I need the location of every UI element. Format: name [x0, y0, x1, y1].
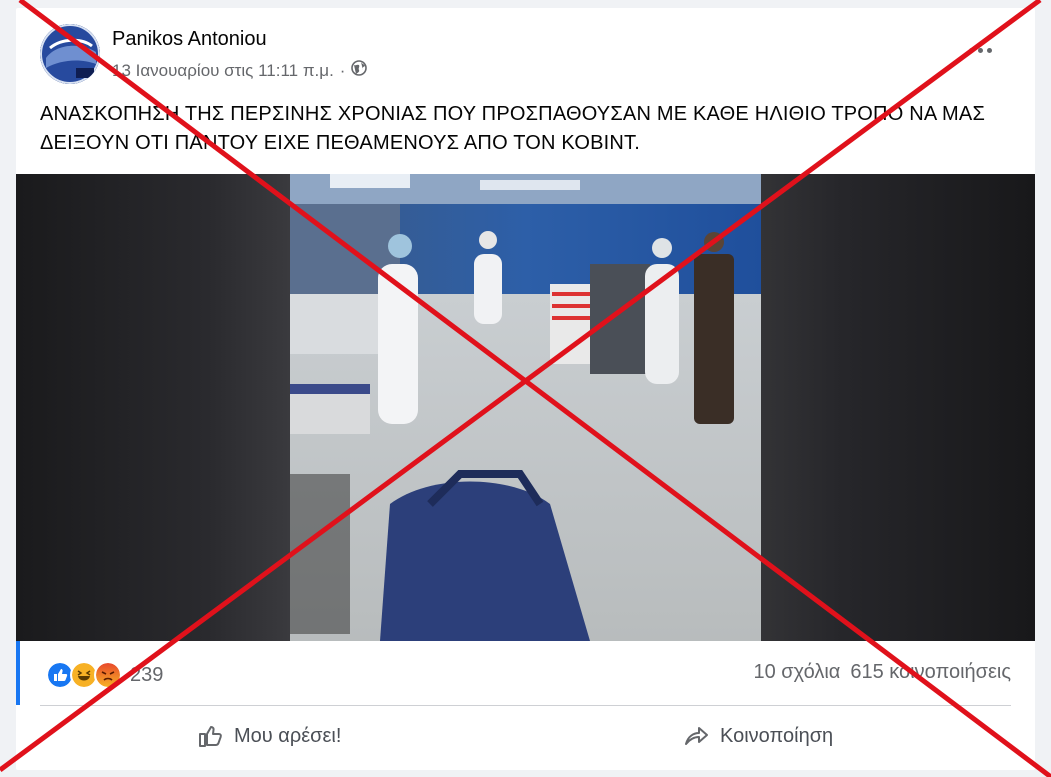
- more-options-button[interactable]: [965, 40, 995, 60]
- thumbs-up-icon: [199, 726, 222, 747]
- dot-icon: [968, 47, 974, 53]
- like-label: Μου αρέσει!: [234, 724, 342, 747]
- video-player[interactable]: [16, 174, 1035, 641]
- post-timestamp[interactable]: 13 Ιανουαρίου στις 11:11 π.μ.: [112, 61, 334, 81]
- engagement-counts: 10 σχόλια 615 κοινοποιήσεις: [754, 661, 1012, 684]
- post-meta: 13 Ιανουαρίου στις 11:11 π.μ. ·: [112, 60, 368, 81]
- dot-icon: [986, 47, 992, 53]
- post-actions: Μου αρέσει! Κοινοποίηση: [16, 706, 1035, 766]
- author-avatar[interactable]: [40, 24, 100, 84]
- video-frame[interactable]: [290, 174, 761, 641]
- shares-count[interactable]: 615 κοινοποιήσεις: [850, 661, 1011, 684]
- dot-icon: [977, 47, 983, 53]
- video-letterbox-left: [16, 174, 290, 641]
- post-card: Panikos Antoniou 13 Ιανουαρίου στις 11:1…: [16, 8, 1035, 770]
- globe-icon: [351, 60, 368, 81]
- reactions-summary[interactable]: 239: [46, 661, 163, 689]
- video-letterbox-right: [761, 174, 1035, 641]
- comments-count[interactable]: 10 σχόλια: [754, 661, 841, 684]
- post-stats-bar: 239 10 σχόλια 615 κοινοποιήσεις: [16, 641, 1035, 705]
- share-label: Κοινοποίηση: [720, 724, 834, 747]
- post-text: ΑΝΑΣΚΟΠΗΣΗ ΤΗΣ ΠΕΡΣΙΝΗΣ ΧΡΟΝΙΑΣ ΠΟΥ ΠΡΟΣ…: [40, 103, 986, 154]
- meta-separator: ·: [339, 60, 346, 80]
- like-button[interactable]: Μου αρέσει!: [196, 706, 341, 766]
- hospital-scene-image: [290, 174, 761, 641]
- share-arrow-icon: [685, 727, 708, 745]
- reaction-count[interactable]: 239: [130, 664, 163, 687]
- angry-icon: [94, 661, 122, 689]
- share-button[interactable]: Κοινοποίηση: [682, 706, 833, 766]
- author-name[interactable]: Panikos Antoniou: [112, 28, 267, 51]
